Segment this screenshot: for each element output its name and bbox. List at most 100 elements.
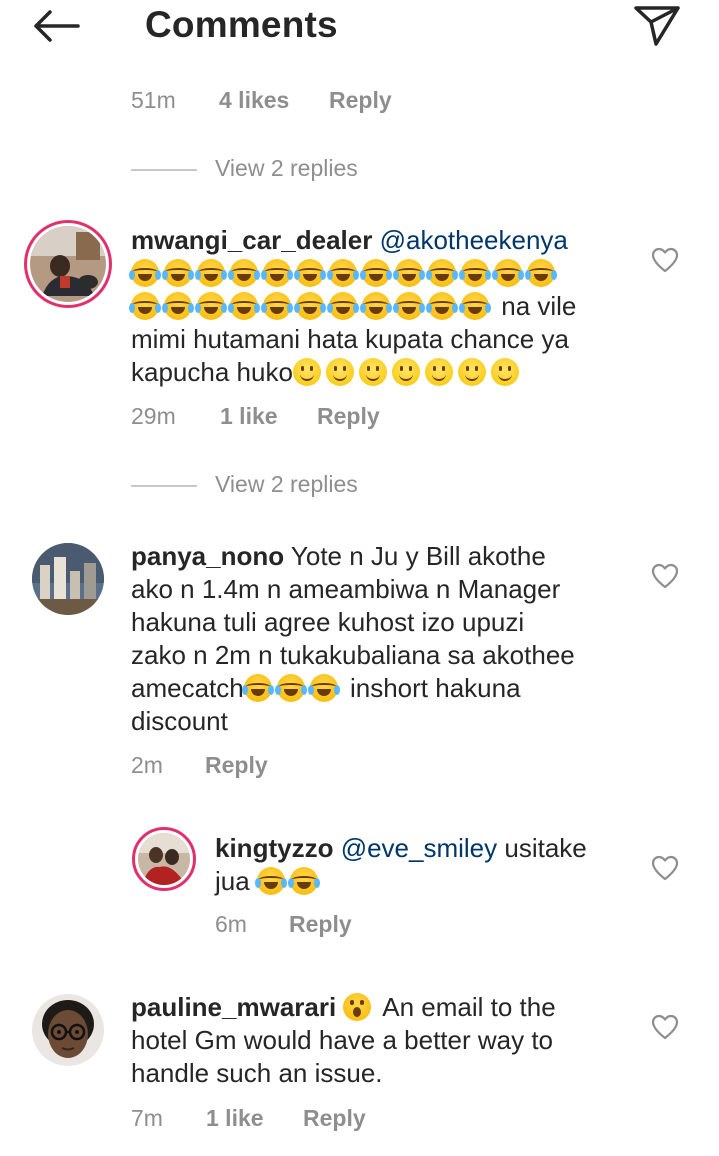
emoji-row: na vile bbox=[129, 290, 651, 323]
smiling-emoji-icon bbox=[391, 358, 420, 386]
comment-text: handle such an issue. bbox=[131, 1058, 383, 1088]
comment-text: zako n 2m n tukakubaliana sa akothee bbox=[131, 640, 575, 670]
laughing-emoji-icon bbox=[294, 292, 326, 320]
laughing-emoji-icon bbox=[195, 259, 227, 287]
mention-link[interactable]: @akotheekenya bbox=[380, 225, 568, 255]
username-link[interactable]: pauline_mwarari bbox=[131, 992, 336, 1022]
comment-meta: 2m Reply bbox=[131, 752, 531, 782]
avatar[interactable] bbox=[32, 543, 104, 615]
comment-text: hotel Gm would have a better way to bbox=[131, 1025, 554, 1055]
view-replies-button[interactable]: View 2 replies bbox=[215, 471, 358, 498]
smiling-emoji-icon bbox=[292, 358, 321, 386]
comment-time: 7m bbox=[131, 1105, 163, 1131]
laughing-emoji-icon bbox=[426, 292, 458, 320]
laughing-emoji-icon bbox=[459, 259, 491, 287]
comment-text: na vile bbox=[501, 291, 577, 321]
laughing-emoji-icon bbox=[228, 292, 260, 320]
smiling-emoji-icon bbox=[457, 358, 486, 386]
avatar-image bbox=[30, 226, 106, 302]
reply-button[interactable]: Reply bbox=[205, 752, 268, 779]
username-link[interactable]: panya_nono bbox=[131, 541, 284, 571]
avatar-image bbox=[138, 833, 190, 885]
arrow-left-icon[interactable] bbox=[30, 6, 82, 46]
laughing-emoji-icon bbox=[228, 259, 260, 287]
smiling-emoji-icon bbox=[325, 358, 354, 386]
comment-text: kapucha huko bbox=[131, 357, 293, 387]
comment-meta: 6m Reply bbox=[215, 911, 515, 941]
laughing-emoji-icon bbox=[162, 259, 194, 287]
laughing-emoji-icon bbox=[241, 674, 274, 702]
username-link[interactable]: kingtyzzo bbox=[215, 833, 333, 863]
comment-text: An email to the bbox=[382, 992, 556, 1022]
laughing-emoji-icon bbox=[129, 292, 161, 320]
paper-plane-icon[interactable] bbox=[632, 2, 682, 48]
likes-count[interactable]: 1 like bbox=[220, 403, 278, 430]
comment-meta: 7m 1 like Reply bbox=[131, 1105, 531, 1135]
heart-icon[interactable] bbox=[651, 247, 679, 273]
username-link[interactable]: mwangi_car_dealer bbox=[131, 225, 372, 255]
view-replies: View 2 replies bbox=[131, 155, 531, 185]
avatar[interactable] bbox=[32, 994, 104, 1066]
view-replies-button[interactable]: View 2 replies bbox=[215, 155, 358, 182]
comment-meta: 51m 4 likes Reply bbox=[131, 87, 531, 117]
laughing-emoji-icon bbox=[459, 292, 491, 320]
laughing-emoji-icon bbox=[261, 259, 293, 287]
heart-icon[interactable] bbox=[651, 563, 679, 589]
comment-body: mwangi_car_dealer @akotheekenya na vile … bbox=[129, 224, 651, 389]
heart-icon[interactable] bbox=[651, 1014, 679, 1040]
avatar[interactable] bbox=[24, 220, 112, 308]
comment-time: 51m bbox=[131, 87, 176, 113]
laughing-emoji-icon bbox=[360, 292, 392, 320]
page-title: Comments bbox=[145, 4, 338, 45]
comment-body: panya_nono Yote n Ju y Bill akothe ako n… bbox=[131, 540, 651, 738]
smiling-emoji-icon bbox=[358, 358, 387, 386]
laughing-emoji-icon bbox=[327, 292, 359, 320]
view-replies: View 2 replies bbox=[131, 471, 531, 501]
divider bbox=[131, 169, 197, 171]
comment-text: Yote n Ju y Bill akothe bbox=[290, 541, 546, 571]
comment-line: panya_nono Yote n Ju y Bill akothe bbox=[131, 540, 651, 573]
laughing-emoji-icon bbox=[195, 292, 227, 320]
comment-text: mimi hutamani hata kupata chance ya bbox=[131, 324, 569, 354]
smiling-emoji-icon bbox=[490, 358, 519, 386]
laughing-emoji-icon bbox=[162, 292, 194, 320]
laughing-emoji-icon bbox=[307, 674, 340, 702]
avatar[interactable] bbox=[132, 827, 196, 891]
surprised-emoji-icon bbox=[343, 993, 372, 1021]
reply-button[interactable]: Reply bbox=[303, 1105, 366, 1132]
comment-line: kingtyzzo @eve_smiley usitake bbox=[215, 832, 635, 865]
comment-line: mwangi_car_dealer @akotheekenya bbox=[131, 224, 651, 257]
comment-text: hakuna tuli agree kuhost izo upuzi bbox=[131, 607, 525, 637]
laughing-emoji-icon bbox=[393, 259, 425, 287]
comment-line: pauline_mwarari An email to the bbox=[131, 991, 651, 1024]
laughing-emoji-icon bbox=[327, 259, 359, 287]
comment-line: jua bbox=[215, 865, 635, 898]
laughing-emoji-icon bbox=[525, 259, 557, 287]
mention-link[interactable]: @eve_smiley bbox=[341, 833, 497, 863]
comment-body: pauline_mwarari An email to the hotel Gm… bbox=[131, 991, 651, 1090]
avatar-image bbox=[32, 994, 104, 1066]
comment-line: kapucha huko bbox=[131, 356, 651, 389]
header: Comments bbox=[0, 0, 719, 56]
laughing-emoji-icon bbox=[426, 259, 458, 287]
divider bbox=[131, 485, 197, 487]
heart-icon[interactable] bbox=[651, 855, 679, 881]
likes-count[interactable]: 1 like bbox=[206, 1105, 264, 1132]
laughing-emoji-icon bbox=[274, 674, 307, 702]
laughing-emoji-icon bbox=[129, 259, 161, 287]
comment-text: ako n 1.4m n ameambiwa n Manager bbox=[131, 574, 561, 604]
likes-count[interactable]: 4 likes bbox=[219, 87, 289, 114]
comment-text: usitake bbox=[504, 833, 587, 863]
comment-line: amecatch inshort hakuna bbox=[131, 672, 651, 705]
reply-button[interactable]: Reply bbox=[317, 403, 380, 430]
comment-meta: 29m 1 like Reply bbox=[131, 403, 531, 433]
laughing-emoji-icon bbox=[492, 259, 524, 287]
reply-button[interactable]: Reply bbox=[289, 911, 352, 938]
laughing-emoji-icon bbox=[294, 259, 326, 287]
reply-button[interactable]: Reply bbox=[329, 87, 392, 114]
avatar-image bbox=[32, 543, 104, 615]
laughing-emoji-icon bbox=[254, 867, 287, 895]
comment-text: amecatch bbox=[131, 673, 244, 703]
emoji-row bbox=[129, 257, 651, 290]
comment-time: 29m bbox=[131, 403, 176, 429]
